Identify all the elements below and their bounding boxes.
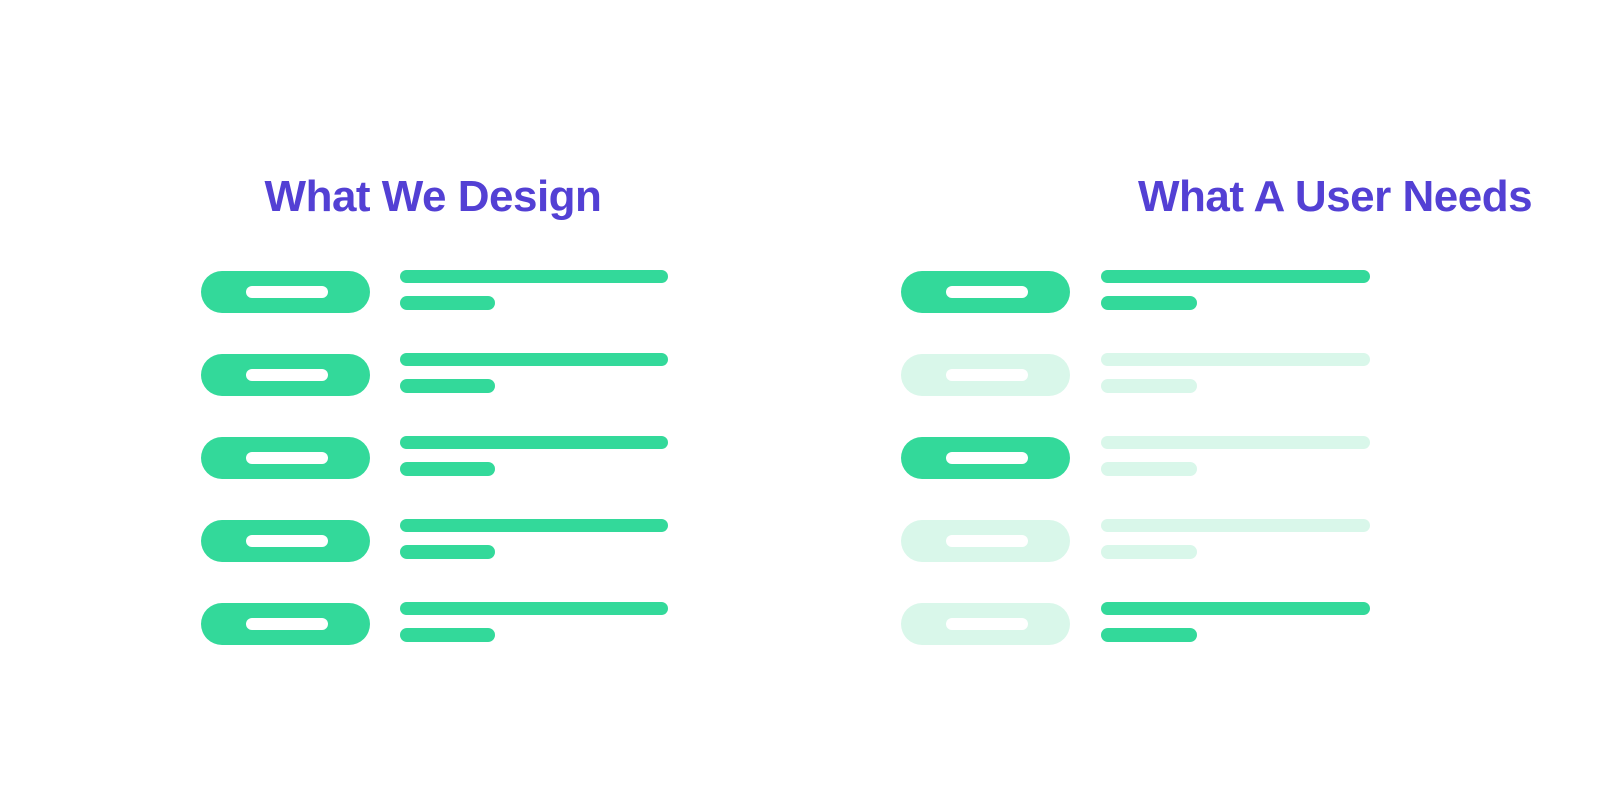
content-line-secondary xyxy=(1101,628,1197,642)
content-line-primary xyxy=(400,519,668,532)
content-line-secondary xyxy=(1101,379,1197,393)
content-line-secondary xyxy=(400,545,495,559)
pill-inner-bar-icon xyxy=(246,618,328,630)
pill-inner-bar-icon xyxy=(946,535,1028,547)
table-row xyxy=(0,602,800,685)
table-row xyxy=(0,436,800,519)
column-title-right: What A User Needs xyxy=(1137,171,1533,221)
content-line-primary xyxy=(1101,436,1370,449)
pill-inner-bar-icon xyxy=(946,618,1028,630)
feature-row-list-left xyxy=(0,270,800,685)
column-title-left: What We Design xyxy=(264,171,602,221)
feature-toggle-pill[interactable] xyxy=(201,271,370,313)
pill-inner-bar-icon xyxy=(246,369,328,381)
content-line-primary xyxy=(400,602,668,615)
content-line-secondary xyxy=(1101,296,1197,310)
content-line-primary xyxy=(400,270,668,283)
content-line-secondary xyxy=(1101,545,1197,559)
content-line-primary xyxy=(1101,519,1370,532)
content-line-secondary xyxy=(1101,462,1197,476)
pill-inner-bar-icon xyxy=(946,369,1028,381)
content-line-primary xyxy=(1101,602,1370,615)
comparison-infographic: What We Design What A User Needs xyxy=(0,0,1600,800)
pill-inner-bar-icon xyxy=(946,286,1028,298)
content-line-secondary xyxy=(400,628,495,642)
feature-toggle-pill[interactable] xyxy=(901,354,1070,396)
table-row xyxy=(800,270,1600,353)
content-line-secondary xyxy=(400,379,495,393)
content-line-secondary xyxy=(400,296,495,310)
feature-toggle-pill[interactable] xyxy=(201,437,370,479)
content-line-primary xyxy=(400,436,668,449)
table-row xyxy=(800,519,1600,602)
feature-toggle-pill[interactable] xyxy=(901,271,1070,313)
feature-toggle-pill[interactable] xyxy=(201,603,370,645)
feature-toggle-pill[interactable] xyxy=(201,354,370,396)
content-line-primary xyxy=(1101,270,1370,283)
feature-toggle-pill[interactable] xyxy=(201,520,370,562)
column-what-we-design: What We Design xyxy=(0,0,800,800)
pill-inner-bar-icon xyxy=(946,452,1028,464)
table-row xyxy=(800,436,1600,519)
feature-toggle-pill[interactable] xyxy=(901,437,1070,479)
content-line-primary xyxy=(400,353,668,366)
pill-inner-bar-icon xyxy=(246,286,328,298)
column-what-a-user-needs: What A User Needs xyxy=(800,0,1600,800)
content-line-secondary xyxy=(400,462,495,476)
table-row xyxy=(0,270,800,353)
feature-toggle-pill[interactable] xyxy=(901,603,1070,645)
feature-toggle-pill[interactable] xyxy=(901,520,1070,562)
table-row xyxy=(800,602,1600,685)
table-row xyxy=(0,519,800,602)
feature-row-list-right xyxy=(800,270,1600,685)
table-row xyxy=(800,353,1600,436)
pill-inner-bar-icon xyxy=(246,535,328,547)
table-row xyxy=(0,353,800,436)
content-line-primary xyxy=(1101,353,1370,366)
pill-inner-bar-icon xyxy=(246,452,328,464)
